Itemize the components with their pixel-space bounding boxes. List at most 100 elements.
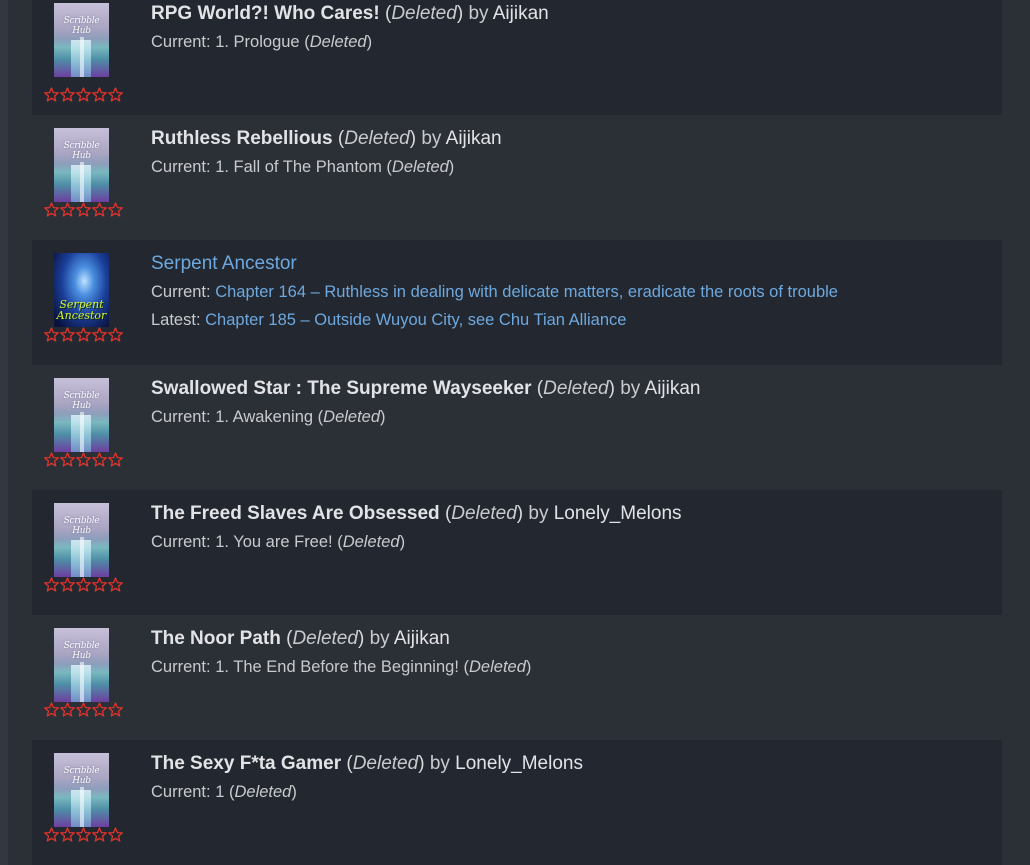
star-outline-icon[interactable]: [60, 87, 75, 102]
title-line: The Noor Path (Deleted) by Aijikan: [151, 628, 450, 649]
star-outline-icon[interactable]: [76, 702, 91, 717]
author-name[interactable]: Aijikan: [394, 628, 450, 649]
title-line: The Sexy F*ta Gamer (Deleted) by Lonely_…: [151, 753, 583, 774]
novel-cover[interactable]: Serpent Ancestor: [54, 253, 109, 327]
star-outline-icon[interactable]: [92, 202, 107, 217]
rating-stars[interactable]: [44, 327, 123, 343]
deleted-label: Deleted: [352, 753, 419, 774]
current-label: Current:: [151, 783, 211, 801]
list-item: Serpent Ancestor Serpent Ancestor Curren…: [32, 240, 1002, 365]
rating-stars[interactable]: [44, 452, 123, 468]
reading-list: Scribble Hub RPG World?! Who Cares! (Del…: [32, 0, 1002, 865]
cover-logo-text: Scribble Hub: [63, 641, 100, 661]
current-chapter: 1. Awakening: [215, 408, 314, 426]
current-chapter-line: Current: 1. The End Before the Beginning…: [151, 658, 532, 676]
novel-cover[interactable]: Scribble Hub: [54, 628, 109, 702]
rating-stars[interactable]: [44, 577, 123, 593]
star-outline-icon[interactable]: [44, 202, 59, 217]
author-name[interactable]: Aijikan: [645, 378, 701, 399]
current-chapter: 1. The End Before the Beginning!: [215, 658, 459, 676]
deleted-label: Deleted: [451, 503, 517, 524]
cover-logo-text: Scribble Hub: [63, 766, 100, 786]
star-outline-icon[interactable]: [76, 327, 91, 342]
star-outline-icon[interactable]: [92, 87, 107, 102]
novel-title[interactable]: Ruthless Rebellious: [151, 128, 333, 149]
star-outline-icon[interactable]: [92, 702, 107, 717]
current-chapter: 1. Prologue: [215, 33, 300, 51]
rating-stars[interactable]: [44, 827, 123, 843]
star-outline-icon[interactable]: [60, 827, 75, 842]
cover-title-text: Serpent Ancestor: [56, 298, 107, 322]
list-item: Scribble Hub Ruthless Rebellious (Delete…: [32, 115, 1002, 240]
deleted-label: Deleted: [342, 533, 400, 551]
author-name[interactable]: Aijikan: [446, 128, 502, 149]
novel-cover[interactable]: Scribble Hub: [54, 3, 109, 77]
list-item: Scribble Hub The Sexy F*ta Gamer (Delete…: [32, 740, 1002, 865]
star-outline-icon[interactable]: [60, 452, 75, 467]
latest-chapter-link[interactable]: Chapter 185 – Outside Wuyou City, see Ch…: [205, 311, 626, 329]
list-item: Scribble Hub The Freed Slaves Are Obsess…: [32, 490, 1002, 615]
current-label: Current:: [151, 533, 211, 551]
star-outline-icon[interactable]: [44, 452, 59, 467]
rating-stars[interactable]: [44, 87, 123, 103]
current-chapter-line: Current: 1. Prologue (Deleted): [151, 33, 373, 51]
current-label: Current:: [151, 408, 211, 426]
deleted-label: Deleted: [543, 378, 609, 399]
deleted-label: Deleted: [292, 628, 358, 649]
current-chapter-line: Current: Chapter 164 – Ruthless in deali…: [151, 278, 992, 306]
latest-chapter-line: Latest: Chapter 185 – Outside Wuyou City…: [151, 306, 992, 334]
star-outline-icon[interactable]: [60, 202, 75, 217]
current-chapter: 1: [215, 783, 225, 801]
star-outline-icon[interactable]: [44, 827, 59, 842]
star-outline-icon[interactable]: [92, 577, 107, 592]
star-outline-icon[interactable]: [92, 327, 107, 342]
current-label: Current:: [151, 283, 211, 301]
by-label: by: [429, 753, 450, 774]
author-name[interactable]: Lonely_Melons: [554, 503, 682, 524]
deleted-label: Deleted: [391, 3, 457, 24]
star-outline-icon[interactable]: [76, 577, 91, 592]
novel-title[interactable]: The Sexy F*ta Gamer: [151, 753, 341, 774]
cover-logo-text: Scribble Hub: [63, 141, 100, 161]
novel-title[interactable]: The Noor Path: [151, 628, 281, 649]
star-outline-icon[interactable]: [108, 87, 123, 102]
star-outline-icon[interactable]: [60, 577, 75, 592]
novel-cover[interactable]: Scribble Hub: [54, 503, 109, 577]
star-outline-icon[interactable]: [108, 202, 123, 217]
novel-cover[interactable]: Scribble Hub: [54, 753, 109, 827]
deleted-label: Deleted: [469, 658, 526, 676]
novel-title-link[interactable]: Serpent Ancestor: [151, 253, 297, 274]
novel-cover[interactable]: Scribble Hub: [54, 378, 109, 452]
star-outline-icon[interactable]: [92, 452, 107, 467]
star-outline-icon[interactable]: [76, 827, 91, 842]
star-outline-icon[interactable]: [108, 702, 123, 717]
current-chapter-line: Current: 1. Awakening (Deleted): [151, 408, 386, 426]
novel-cover[interactable]: Scribble Hub: [54, 128, 109, 202]
current-label: Current:: [151, 658, 211, 676]
star-outline-icon[interactable]: [44, 702, 59, 717]
rating-stars[interactable]: [44, 202, 123, 218]
novel-title[interactable]: The Freed Slaves Are Obsessed: [151, 503, 440, 524]
novel-title[interactable]: Swallowed Star : The Supreme Wayseeker: [151, 378, 532, 399]
author-name[interactable]: Aijikan: [493, 3, 549, 24]
star-outline-icon[interactable]: [60, 702, 75, 717]
novel-title[interactable]: RPG World?! Who Cares!: [151, 3, 380, 24]
star-outline-icon[interactable]: [108, 452, 123, 467]
star-outline-icon[interactable]: [76, 202, 91, 217]
star-outline-icon[interactable]: [76, 87, 91, 102]
star-outline-icon[interactable]: [108, 577, 123, 592]
star-outline-icon[interactable]: [108, 327, 123, 342]
current-label: Current:: [151, 158, 211, 176]
star-outline-icon[interactable]: [44, 87, 59, 102]
star-outline-icon[interactable]: [60, 327, 75, 342]
rating-stars[interactable]: [44, 702, 123, 718]
current-chapter-line: Current: 1. Fall of The Phantom (Deleted…: [151, 158, 455, 176]
star-outline-icon[interactable]: [92, 827, 107, 842]
star-outline-icon[interactable]: [44, 577, 59, 592]
star-outline-icon[interactable]: [108, 827, 123, 842]
current-chapter-line: Current: 1 (Deleted): [151, 783, 297, 801]
current-chapter-link[interactable]: Chapter 164 – Ruthless in dealing with d…: [215, 283, 838, 301]
author-name[interactable]: Lonely_Melons: [455, 753, 583, 774]
star-outline-icon[interactable]: [76, 452, 91, 467]
star-outline-icon[interactable]: [44, 327, 59, 342]
